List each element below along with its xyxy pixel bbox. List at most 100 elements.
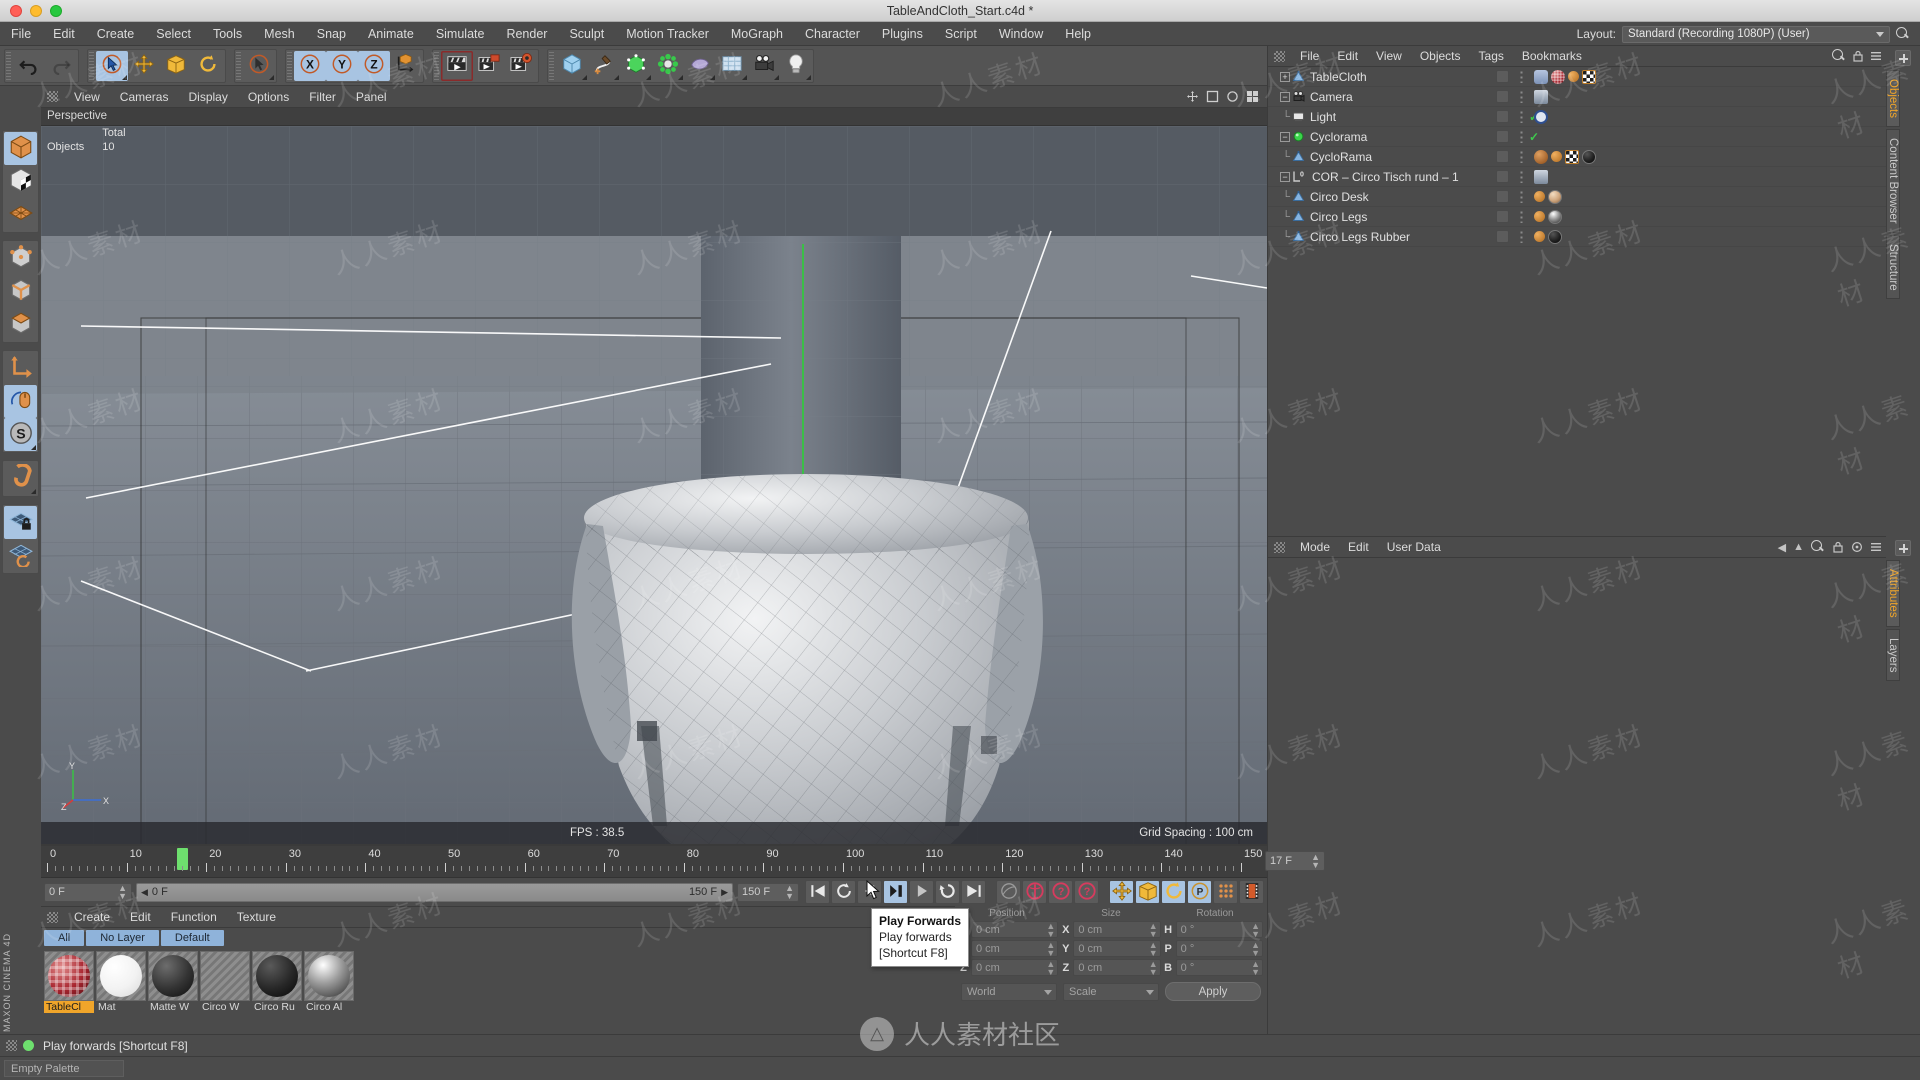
material-name[interactable]: Circo Ru bbox=[252, 1001, 302, 1013]
tag-bake-tag[interactable] bbox=[1534, 149, 1548, 164]
stepper-icon[interactable]: ▲ ▼ bbox=[1251, 940, 1260, 957]
overflow-corner-icon[interactable] bbox=[742, 74, 747, 80]
timeline-ruler[interactable]: 0 10 20 30 40 50 60 70 80 90 100 110 120 130 140 150 bbox=[41, 846, 1267, 878]
object-visibility-dots[interactable] bbox=[1520, 210, 1523, 223]
material-item[interactable]: Circo Ru bbox=[252, 951, 302, 1013]
tag-texture-tag[interactable] bbox=[1565, 149, 1579, 164]
object-name[interactable]: COR – Circo Tisch rund – 1 bbox=[1312, 170, 1459, 184]
coordinates-row[interactable]: X0 cm▲▼X0 cm▲▼H0 °▲▼ bbox=[955, 920, 1267, 939]
tag-black-material-tag[interactable] bbox=[1582, 149, 1596, 164]
end-frame-field[interactable]: 150 F ▲ ▼ bbox=[737, 882, 799, 902]
object-manager-panel[interactable]: File Edit View Objects Tags Bookmarks + T… bbox=[1267, 46, 1886, 536]
attribute-manager-menu-bar[interactable]: Mode Edit User Data ◀ ▲ bbox=[1268, 537, 1886, 558]
toolbar-grip-icon[interactable] bbox=[89, 51, 94, 80]
material-preview[interactable] bbox=[200, 951, 250, 1001]
object-row[interactable]: └ Circo Legs bbox=[1268, 207, 1886, 227]
material-name[interactable]: Circo Al bbox=[304, 1001, 354, 1013]
undo-button[interactable] bbox=[13, 51, 45, 81]
lock-z-button[interactable]: Z bbox=[358, 50, 390, 81]
vertical-tab-content-browser[interactable]: Content Browser bbox=[1886, 129, 1900, 233]
palette-bar[interactable]: Empty Palette bbox=[0, 1056, 1920, 1080]
material-menu-function[interactable]: Function bbox=[161, 907, 227, 928]
object-layer-swatch[interactable] bbox=[1496, 210, 1509, 223]
stepper-icon[interactable]: ▲ ▼ bbox=[1046, 940, 1055, 957]
coordinate-input-rotation[interactable]: 0 ° ▲ ▼ bbox=[1175, 921, 1263, 938]
stepper-icon[interactable]: ▲ ▼ bbox=[1149, 921, 1158, 938]
menu-item-plugins[interactable]: Plugins bbox=[871, 22, 934, 46]
next-frame-button[interactable] bbox=[909, 880, 934, 904]
key-pla-toggle[interactable]: P bbox=[1187, 880, 1212, 904]
coordinate-input-position[interactable]: 0 cm ▲ ▼ bbox=[971, 959, 1059, 976]
stepper-icon[interactable]: ▲ ▼ bbox=[785, 884, 794, 901]
apply-button[interactable]: Apply bbox=[1165, 982, 1261, 1001]
object-layer-swatch[interactable] bbox=[1496, 130, 1509, 143]
stepper-icon[interactable]: ▲ ▼ bbox=[118, 884, 127, 901]
tag-material-tag[interactable] bbox=[1534, 191, 1545, 202]
tag-metal-material-tag[interactable] bbox=[1548, 209, 1562, 224]
tag-cloth-material-tag[interactable] bbox=[1551, 69, 1565, 84]
viewport-menu-cameras[interactable]: Cameras bbox=[110, 86, 179, 108]
material-menu-edit[interactable]: Edit bbox=[120, 907, 161, 928]
object-menu-tags[interactable]: Tags bbox=[1470, 46, 1513, 67]
object-tags[interactable] bbox=[1534, 189, 1562, 204]
overflow-corner-icon[interactable] bbox=[122, 74, 127, 80]
overflow-corner-icon[interactable] bbox=[710, 74, 715, 80]
object-layer-swatch[interactable] bbox=[1496, 150, 1509, 163]
tag-material-tag[interactable] bbox=[1551, 151, 1562, 162]
lock-x-button[interactable]: X bbox=[294, 50, 326, 81]
model-mode-button[interactable] bbox=[4, 132, 37, 165]
current-frame-field[interactable]: 17 F ▲ ▼ bbox=[1265, 851, 1325, 871]
texture-mode-button[interactable] bbox=[4, 165, 37, 198]
object-visibility-dots[interactable] bbox=[1520, 150, 1523, 163]
add-light-button[interactable] bbox=[780, 51, 812, 81]
menu-icon[interactable] bbox=[1870, 541, 1882, 553]
overflow-corner-icon[interactable] bbox=[31, 489, 36, 494]
object-manager-menu-bar[interactable]: File Edit View Objects Tags Bookmarks bbox=[1268, 46, 1886, 67]
viewport-layout-icon[interactable] bbox=[1246, 90, 1259, 103]
redo-button[interactable] bbox=[45, 51, 77, 81]
object-layer-swatch[interactable] bbox=[1496, 90, 1509, 103]
workplane-mode-button[interactable] bbox=[4, 198, 37, 231]
object-name[interactable]: CycloRama bbox=[1310, 150, 1372, 164]
object-visibility-dots[interactable] bbox=[1520, 70, 1523, 83]
coordinate-field-size[interactable]: Z 0 cm ▲ ▼ bbox=[1061, 959, 1161, 976]
material-preview[interactable] bbox=[148, 951, 198, 1001]
object-visibility-dots[interactable] bbox=[1520, 230, 1523, 243]
material-menu-texture[interactable]: Texture bbox=[227, 907, 286, 928]
overflow-corner-icon[interactable] bbox=[806, 74, 811, 80]
object-manager-header-icons[interactable] bbox=[1832, 49, 1882, 63]
menu-item-render[interactable]: Render bbox=[495, 22, 558, 46]
menu-item-snap[interactable]: Snap bbox=[306, 22, 357, 46]
overflow-corner-icon[interactable] bbox=[678, 74, 683, 80]
add-cube-button[interactable] bbox=[556, 51, 588, 81]
tree-expander-icon[interactable]: − bbox=[1268, 91, 1290, 103]
viewport-menu-view[interactable]: View bbox=[64, 86, 110, 108]
polygon-mode-button[interactable] bbox=[4, 308, 37, 341]
material-item[interactable]: TableCl bbox=[44, 951, 94, 1013]
coordinates-row[interactable]: Y0 cm▲▼Y0 cm▲▼P0 °▲▼ bbox=[955, 939, 1267, 958]
point-mode-button[interactable] bbox=[4, 242, 37, 275]
menu-item-edit[interactable]: Edit bbox=[42, 22, 86, 46]
material-item[interactable]: Circo Al bbox=[304, 951, 354, 1013]
stepper-icon[interactable]: ▲ ▼ bbox=[1311, 853, 1320, 870]
tag-texture-tag[interactable] bbox=[1582, 69, 1596, 84]
object-row[interactable]: − Cyclorama ✓ bbox=[1268, 127, 1886, 147]
object-enabled-check-icon[interactable]: ✓ bbox=[1529, 130, 1539, 144]
tag-cloth-tag[interactable] bbox=[1568, 71, 1579, 82]
material-preview[interactable] bbox=[252, 951, 302, 1001]
vertical-tab-attributes[interactable]: Attributes bbox=[1886, 560, 1900, 627]
forward-arrow-icon[interactable]: ▲ bbox=[1793, 541, 1804, 553]
tag-target-tag[interactable] bbox=[1534, 109, 1548, 124]
viewport-menu-options[interactable]: Options bbox=[238, 86, 299, 108]
tree-expander-icon[interactable]: − bbox=[1268, 171, 1290, 183]
layout-selector-group[interactable]: Layout: Standard (Recording 1080P) (User… bbox=[1577, 22, 1910, 46]
viewport-menu-bar[interactable]: View Cameras Display Options Filter Pane… bbox=[41, 86, 1267, 108]
live-selection-button[interactable] bbox=[96, 50, 128, 81]
object-layer-swatch[interactable] bbox=[1496, 230, 1509, 243]
viewport-3d-scene[interactable] bbox=[41, 126, 1267, 844]
object-tags[interactable] bbox=[1534, 89, 1548, 104]
render-to-picture-viewer-button[interactable] bbox=[473, 51, 505, 81]
range-left-arrow-icon[interactable]: ◀ bbox=[141, 887, 148, 898]
coordinates-row[interactable]: Z0 cm ▲ ▼ Z 0 cm ▲ ▼ B 0 ° ▲ ▼ bbox=[955, 958, 1267, 977]
vertical-tab-structure[interactable]: Structure bbox=[1886, 234, 1900, 300]
